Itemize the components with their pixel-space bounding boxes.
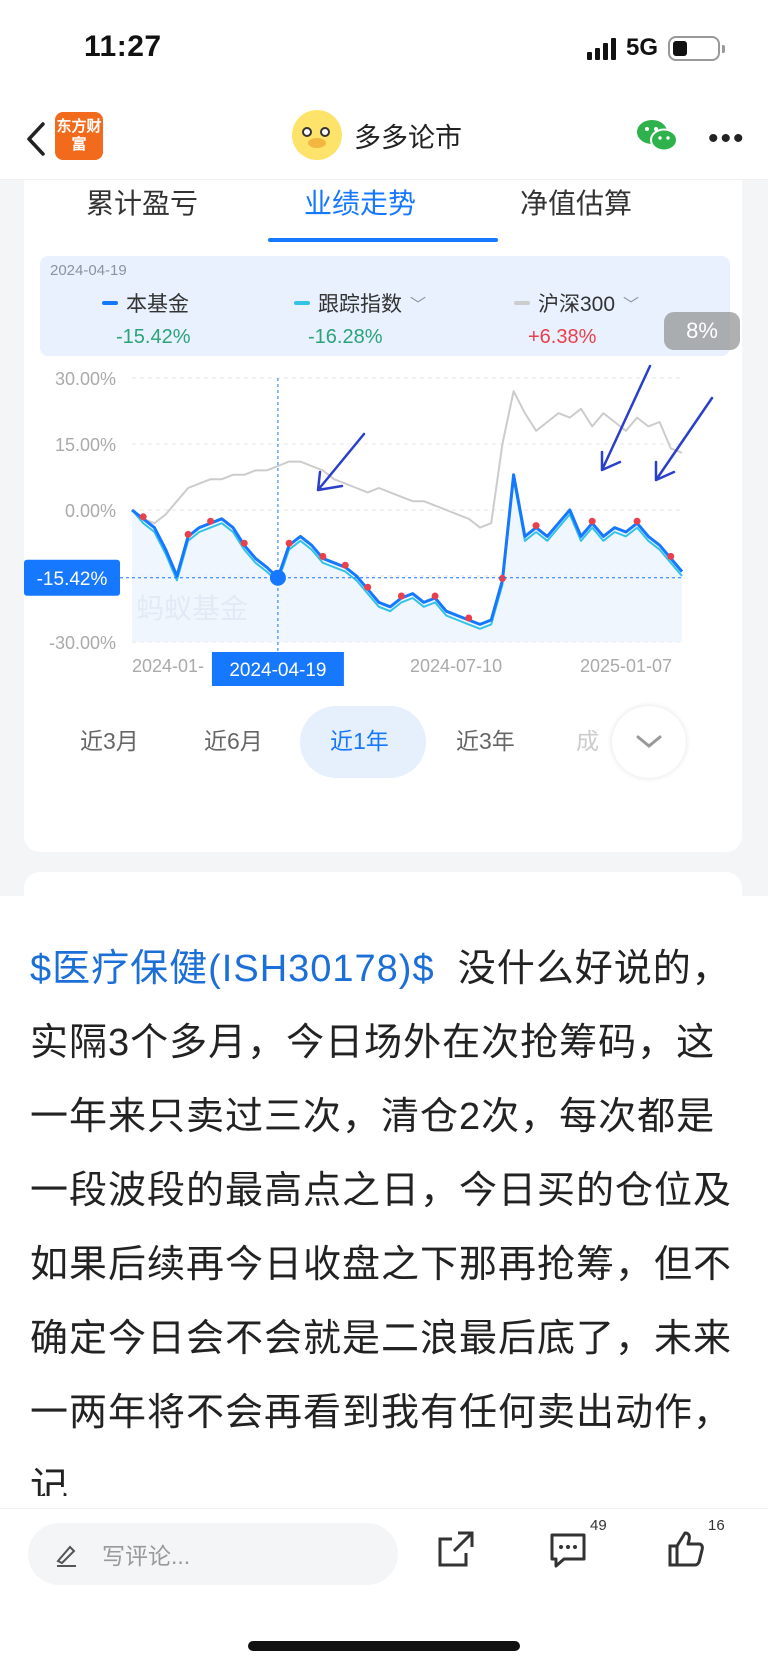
series-line-2 [131, 390, 683, 529]
share-button[interactable] [436, 1529, 476, 1574]
x-tick-label: 2024-07-10 [410, 656, 502, 676]
trade-marker [184, 530, 192, 538]
y-tick-label: -30.00% [49, 633, 116, 653]
legend-swatch [102, 301, 118, 305]
comment-placeholder: 写评论... [102, 1543, 191, 1569]
y-tick-label: 15.00% [55, 435, 116, 455]
trade-marker [431, 592, 439, 600]
chevron-down-icon [636, 735, 662, 748]
like-button[interactable]: 16 [666, 1517, 725, 1574]
home-indicator [248, 1641, 520, 1651]
y-tick-label: 30.00% [55, 369, 116, 389]
nav-title: 多多论市 [354, 122, 462, 153]
performance-chart[interactable]: 30.00%15.00%0.00%-15.00%-30.00%蚂蚁基金-15.4… [24, 362, 742, 702]
status-time: 11:27 [84, 30, 162, 63]
avatar [292, 110, 342, 160]
legend-item-index[interactable]: 跟踪指数 ﹀ -16.28% [294, 288, 426, 349]
range-1y[interactable]: 近1年 [330, 722, 389, 756]
chart-tabs: 累计盈亏 业绩走势 净值估算 [24, 180, 742, 244]
trade-marker [633, 517, 641, 525]
stock-link[interactable]: $医疗保健(ISH30178)$ [30, 948, 435, 990]
legend-label: 沪深300 [538, 293, 616, 316]
bottom-bar: 写评论... 49 16 [0, 1508, 768, 1663]
x-tick-label: 2024-01- [132, 656, 204, 676]
legend-label: 本基金 [126, 293, 189, 316]
range-since-inception[interactable]: 成 [576, 722, 599, 756]
tab-underline [268, 238, 498, 242]
tab-nav-estimate[interactable]: 净值估算 [520, 182, 632, 222]
chart-legend: 2024-04-19 本基金 -15.42% 跟踪指数 ﹀ -16.28% 沪深3… [40, 256, 730, 356]
trade-marker [588, 517, 596, 525]
cursor-date-label: 2024-04-19 [229, 660, 326, 681]
status-indicators: 5G [586, 34, 725, 62]
trade-marker [397, 592, 405, 600]
trade-marker [207, 517, 215, 525]
y-tick-label: 0.00% [65, 501, 116, 521]
trade-marker [240, 539, 248, 547]
app-logo: 东方财富 [55, 112, 103, 160]
trade-marker [364, 583, 372, 591]
chevron-down-icon: ﹀ [410, 297, 427, 314]
back-icon[interactable] [16, 116, 56, 162]
network-type: 5G [625, 34, 658, 61]
trade-marker [285, 539, 293, 547]
range-3m[interactable]: 近3月 [80, 722, 139, 756]
nav-bar: 东方财富 多多论市 ••• [0, 100, 768, 180]
nav-profile[interactable]: 多多论市 [292, 110, 462, 160]
like-count: 16 [708, 1517, 725, 1534]
legend-swatch [294, 301, 310, 305]
legend-label: 跟踪指数 [318, 293, 402, 316]
trade-marker [667, 552, 675, 560]
pen-icon [56, 1545, 76, 1567]
tab-performance[interactable]: 业绩走势 [304, 182, 416, 222]
comment-button[interactable]: 49 [548, 1517, 607, 1574]
legend-value: -15.42% [116, 326, 191, 348]
wechat-icon[interactable] [636, 118, 678, 159]
annotation-arrow [654, 396, 714, 482]
percent-pill[interactable]: 8% [664, 312, 740, 350]
battery-icon [668, 35, 725, 61]
cursor-dot [269, 569, 286, 586]
signal-icon [586, 36, 616, 60]
post-text: 没什么好说的，实隔3个多月，今日场外在次抢筹码，这一年来只卖过三次，清仓2次，每… [30, 948, 733, 1496]
post-body: $医疗保健(ISH30178)$ 没什么好说的，实隔3个多月，今日场外在次抢筹码… [30, 932, 742, 1496]
status-bar: 11:27 5G [0, 0, 768, 100]
legend-value: +6.38% [528, 326, 597, 348]
x-tick-label: 2025-01-07 [580, 656, 672, 676]
range-3y[interactable]: 近3年 [456, 722, 515, 756]
trade-marker [319, 552, 327, 560]
cursor-value-label: -15.42% [37, 569, 108, 590]
legend-item-fund: 本基金 -15.42% [102, 288, 191, 349]
trade-marker [532, 522, 540, 530]
expand-ranges-button[interactable] [612, 706, 686, 778]
legend-value: -16.28% [308, 326, 383, 348]
trade-marker [341, 561, 349, 569]
chevron-down-icon: ﹀ [623, 297, 640, 314]
comment-count: 49 [590, 1517, 607, 1534]
range-selector: 近3月 近6月 近1年 近3年 成 [24, 706, 742, 778]
tab-cumulative-pnl[interactable]: 累计盈亏 [86, 182, 198, 222]
legend-date: 2024-04-19 [50, 262, 127, 279]
share-icon [438, 1531, 474, 1567]
post-content: $医疗保健(ISH30178)$ 没什么好说的，实隔3个多月，今日场外在次抢筹码… [0, 896, 768, 1496]
comment-icon [550, 1533, 586, 1568]
more-icon[interactable]: ••• [708, 122, 746, 156]
range-6m[interactable]: 近6月 [204, 722, 263, 756]
legend-item-csi300[interactable]: 沪深300 ﹀ +6.38% [514, 288, 639, 349]
trade-marker [139, 513, 147, 521]
thumbs-up-icon [668, 1531, 704, 1567]
legend-swatch [514, 301, 530, 305]
comment-input[interactable]: 写评论... [28, 1523, 398, 1585]
performance-card: 累计盈亏 业绩走势 净值估算 2024-04-19 本基金 -15.42% 跟踪… [24, 180, 742, 852]
trade-marker [498, 574, 506, 582]
trade-marker [465, 614, 473, 622]
